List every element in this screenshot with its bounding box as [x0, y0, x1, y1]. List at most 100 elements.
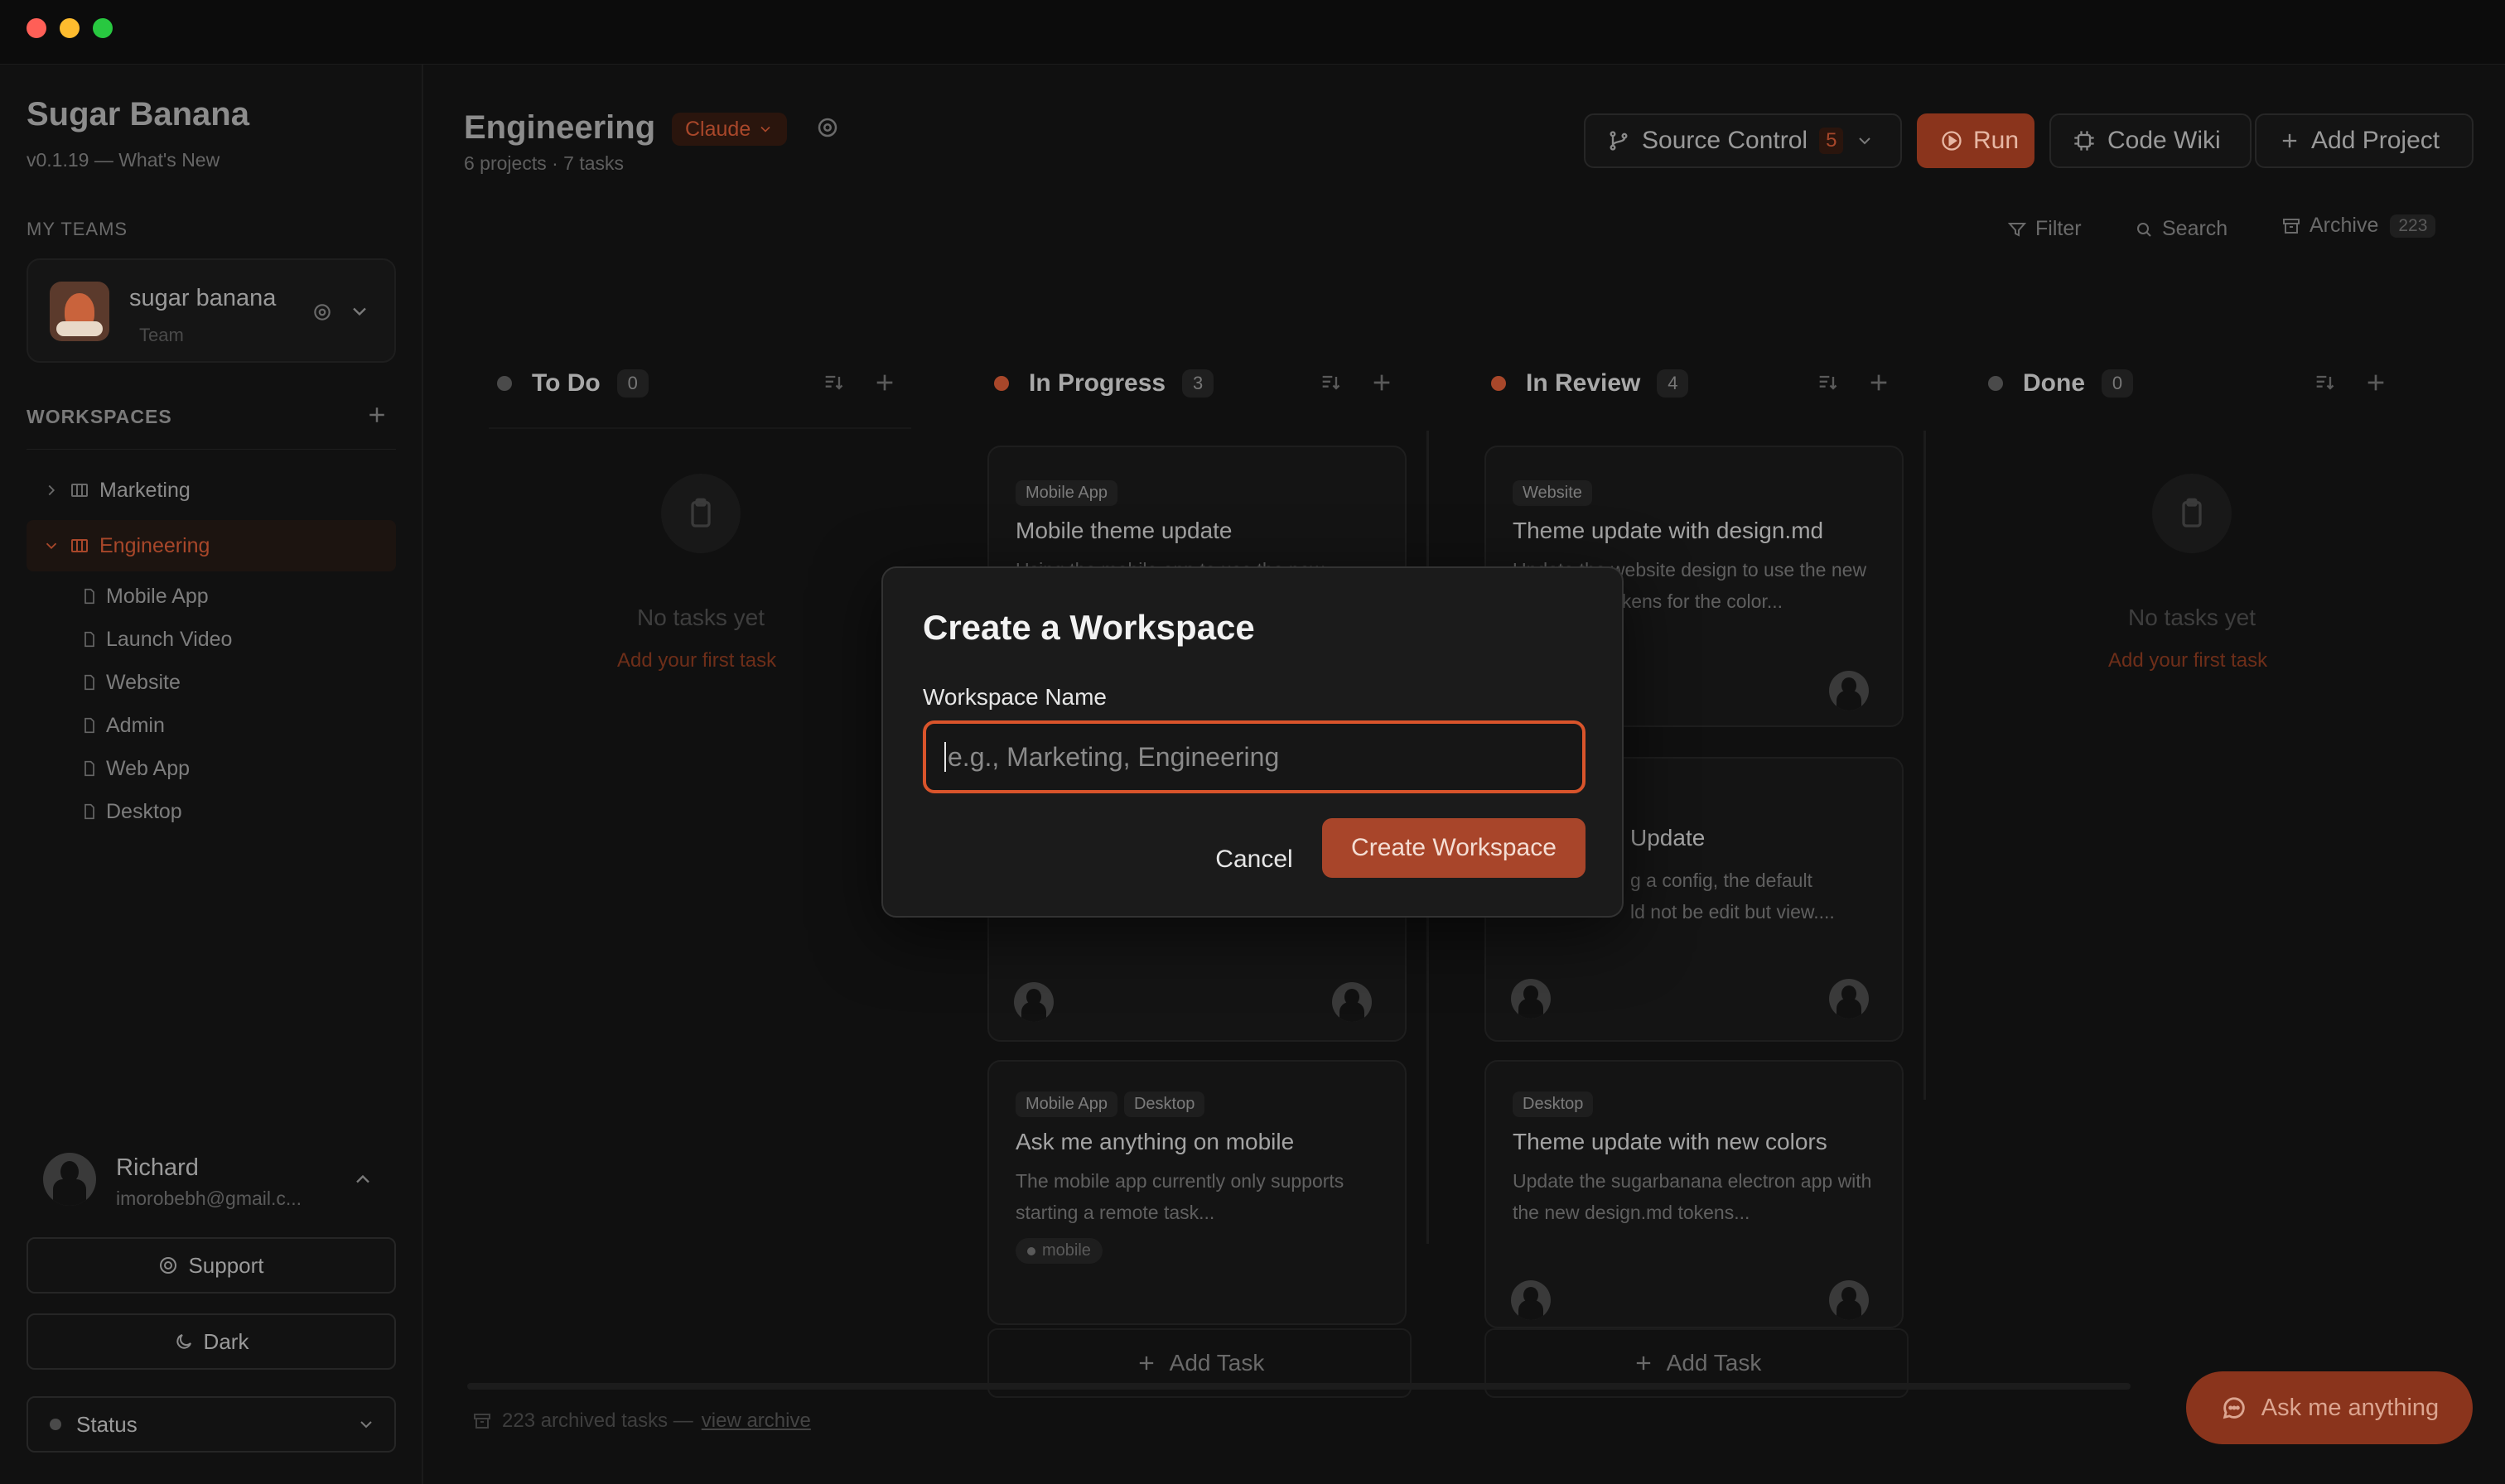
status-dropdown[interactable]: Status [27, 1396, 396, 1453]
settings-gear-icon[interactable] [814, 114, 841, 141]
task-description: ld not be edit but view.... [1630, 901, 1835, 923]
column-header-todo: To Do 0 [497, 363, 911, 404]
moon-icon [174, 1332, 194, 1352]
task-title: Ask me anything on mobile [1016, 1129, 1295, 1154]
project-item[interactable]: Launch Video [81, 621, 232, 658]
page-title: Engineering [464, 109, 656, 146]
task-title: Mobile theme update [1016, 518, 1233, 543]
my-teams-heading: MY TEAMS [27, 219, 128, 239]
archive-icon [2281, 216, 2301, 236]
add-workspace-icon[interactable] [364, 402, 389, 427]
app-window: Sugar Banana v0.1.19 — What's New MY TEA… [0, 0, 2505, 1484]
team-switcher[interactable]: sugar banana Team [27, 258, 396, 363]
text-cursor [944, 742, 946, 772]
column-name: To Do [532, 369, 601, 397]
zoom-window-button[interactable] [93, 18, 113, 38]
plus-icon[interactable] [1865, 369, 1892, 396]
column-name: In Review [1526, 369, 1641, 397]
plus-icon [2278, 129, 2301, 152]
model-label: Claude [685, 117, 751, 141]
add-task-label: Add Task [1169, 1350, 1265, 1376]
workspace-label: Marketing [99, 478, 191, 502]
run-button[interactable]: Run [1917, 113, 2034, 168]
column-dot [994, 376, 1009, 391]
avatar [1829, 979, 1869, 1019]
view-archive-link[interactable]: view archive [702, 1409, 811, 1433]
project-label: Desktop [106, 799, 182, 823]
project-item[interactable]: Desktop [81, 793, 182, 830]
sort-icon[interactable] [2313, 371, 2336, 394]
column-name: Done [2023, 369, 2085, 397]
project-item[interactable]: Mobile App [81, 578, 209, 614]
sort-icon[interactable] [1816, 371, 1839, 394]
avatar [1829, 1280, 1869, 1320]
chevron-down-icon [1855, 131, 1875, 151]
close-window-button[interactable] [27, 18, 46, 38]
workspaces-heading: WORKSPACES [27, 406, 172, 427]
column-dot [497, 376, 512, 391]
gear-icon[interactable] [311, 301, 333, 323]
task-card[interactable]: Mobile App Desktop Ask me anything on mob… [987, 1060, 1407, 1325]
git-branch-icon [1607, 129, 1630, 152]
task-label: mobile [1016, 1238, 1103, 1264]
add-project-button[interactable]: Add Project [2255, 113, 2474, 168]
search-button[interactable]: Search [2134, 217, 2227, 241]
file-icon [81, 588, 98, 605]
task-card[interactable] [987, 901, 1407, 1042]
version-link[interactable]: v0.1.19 — What's New [27, 149, 220, 171]
sort-icon[interactable] [822, 371, 845, 394]
create-workspace-button[interactable]: Create Workspace [1322, 818, 1586, 878]
file-icon [81, 631, 98, 648]
add-first-task-link[interactable]: Add your first task [2108, 649, 2267, 672]
add-first-task-link[interactable]: Add your first task [617, 649, 776, 672]
chevron-down-icon[interactable] [348, 300, 371, 323]
task-card[interactable]: Desktop Theme update with new colors Upd… [1484, 1060, 1904, 1328]
empty-state-icon [661, 474, 741, 553]
run-label: Run [1973, 127, 2020, 154]
file-icon [81, 717, 98, 734]
archive-label: Archive [2310, 214, 2379, 237]
source-control-count: 5 [1819, 128, 1844, 154]
avatar [43, 1153, 96, 1206]
filter-button[interactable]: Filter [2007, 217, 2082, 241]
plus-icon[interactable] [1368, 369, 1395, 396]
workspace-name-label: Workspace Name [923, 684, 1108, 710]
chevron-up-icon [351, 1168, 374, 1191]
user-menu[interactable]: Richard imorobebh@gmail.c... [27, 1138, 396, 1221]
cancel-button[interactable]: Cancel [1190, 831, 1319, 888]
ask-me-anything-button[interactable]: Ask me anything [2186, 1371, 2473, 1444]
plus-icon[interactable] [871, 369, 898, 396]
support-label: Support [188, 1252, 264, 1278]
theme-toggle-button[interactable]: Dark [27, 1313, 396, 1370]
search-icon [2134, 219, 2154, 239]
support-button[interactable]: Support [27, 1237, 396, 1294]
chevron-down-icon [41, 536, 61, 556]
workspace-item-engineering[interactable]: Engineering [27, 520, 396, 571]
workspace-name-field[interactable]: e.g., Marketing, Engineering [923, 720, 1586, 793]
code-wiki-button[interactable]: Code Wiki [2049, 113, 2252, 168]
model-selector[interactable]: Claude [672, 113, 788, 146]
user-email: imorobebh@gmail.c... [116, 1188, 302, 1209]
funnel-icon [2007, 219, 2027, 239]
sort-icon[interactable] [1319, 371, 1342, 394]
project-item[interactable]: Website [81, 664, 181, 701]
column-name: In Progress [1029, 369, 1166, 397]
column-dot [1988, 376, 2003, 391]
add-project-label: Add Project [2311, 127, 2440, 154]
column-count: 0 [616, 369, 649, 398]
source-control-button[interactable]: Source Control 5 [1584, 113, 1902, 168]
play-circle-icon [1940, 129, 1963, 152]
column-dot [1491, 376, 1506, 391]
status-label: Status [76, 1411, 138, 1437]
workspace-item-marketing[interactable]: Marketing [27, 469, 396, 512]
column-header-in-review: In Review 4 [1491, 363, 1905, 404]
horizontal-scrollbar[interactable] [467, 1383, 2131, 1390]
project-label: Web App [106, 756, 191, 780]
minimize-window-button[interactable] [60, 18, 80, 38]
plus-icon[interactable] [2363, 369, 2389, 396]
archive-button[interactable]: Archive 223 [2281, 214, 2436, 238]
project-item[interactable]: Web App [81, 750, 190, 787]
workspace-name-placeholder: e.g., Marketing, Engineering [948, 741, 1280, 772]
column-count: 4 [1657, 369, 1689, 398]
project-item[interactable]: Admin [81, 707, 165, 744]
